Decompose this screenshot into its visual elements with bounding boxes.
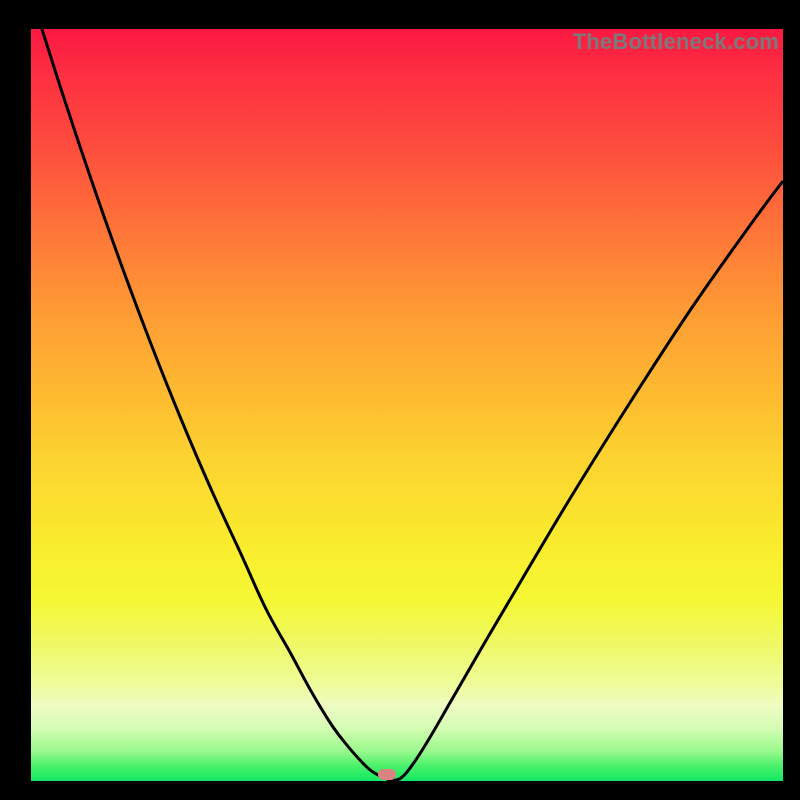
bottleneck-curve [31,29,783,781]
chart-frame: TheBottleneck.com [7,7,793,793]
minimum-marker [378,769,396,780]
plot-area: TheBottleneck.com [31,29,783,781]
curve-path [31,0,783,780]
